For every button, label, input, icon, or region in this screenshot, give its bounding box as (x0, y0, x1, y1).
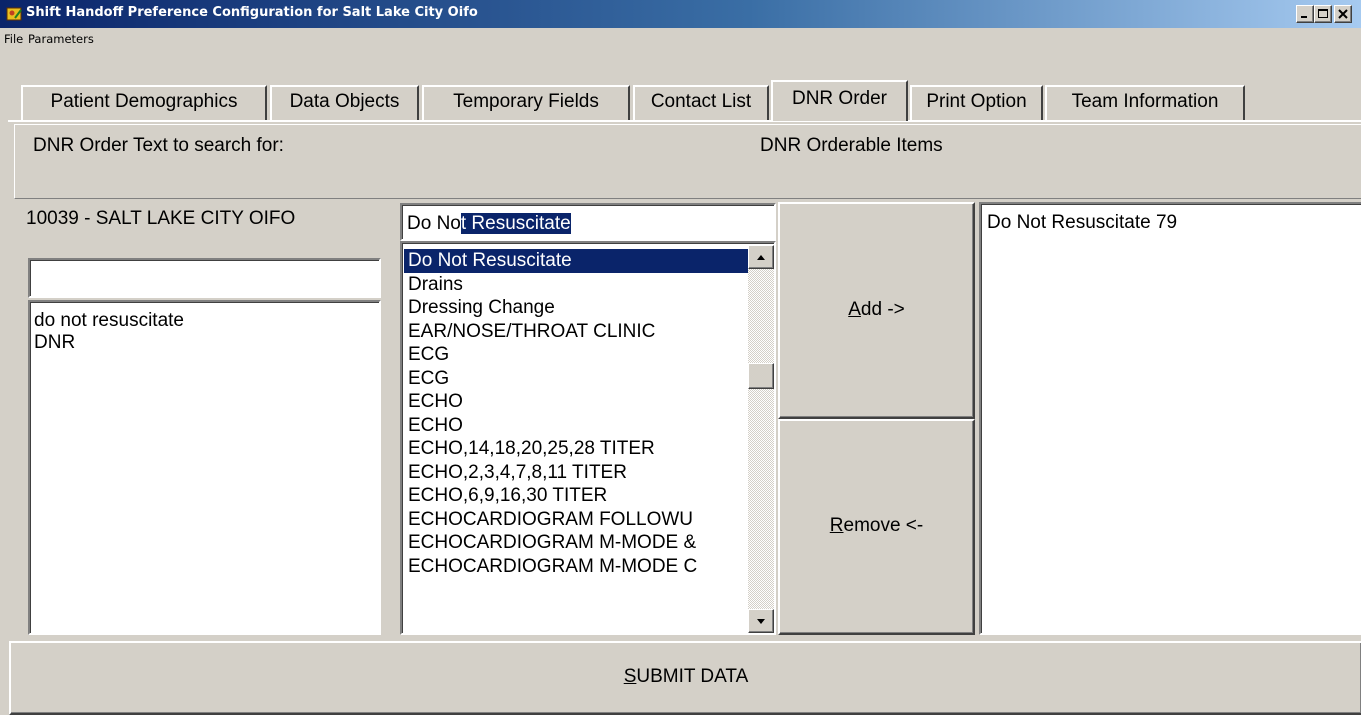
remove-button[interactable]: Remove <- (778, 419, 975, 635)
list-item[interactable]: ECHOCARDIOGRAM FOLLOWU (404, 508, 748, 532)
list-item-selected[interactable]: Do Not Resuscitate (404, 249, 748, 273)
tab-panel-edge (8, 120, 1361, 122)
menu-bar: File Parameters (0, 28, 1361, 50)
tab-team-information[interactable]: Team Information (1045, 85, 1245, 120)
list-item[interactable]: ECHO,2,3,4,7,8,11 TITER (404, 461, 748, 485)
list-item[interactable]: ECG (404, 343, 748, 367)
arrow-down-icon (757, 619, 765, 624)
list-item[interactable]: EAR/NOSE/THROAT CLINIC (404, 320, 748, 344)
window-title: Shift Handoff Preference Configuration f… (26, 5, 478, 20)
maximize-icon (1318, 9, 1328, 18)
minimize-button[interactable] (1296, 5, 1314, 23)
orderable-items-list[interactable]: Do Not Resuscitate Drains Dressing Chang… (400, 241, 776, 635)
list-item[interactable]: ECHO (404, 390, 748, 414)
scroll-down-button[interactable] (748, 609, 774, 633)
search-terms-list[interactable]: do not resuscitate DNR (28, 300, 381, 635)
typed-text: Do No (407, 213, 461, 234)
arrow-up-icon (757, 255, 765, 260)
app-icon (6, 7, 22, 21)
search-term-input[interactable] (28, 258, 381, 298)
selected-items-list[interactable]: Do Not Resuscitate 79 (979, 202, 1361, 635)
tab-patient-demographics[interactable]: Patient Demographics (21, 85, 267, 120)
close-icon (1338, 9, 1348, 19)
orderable-search-input[interactable]: Do Not Resuscitate (400, 203, 776, 241)
station-label: 10039 - SALT LAKE CITY OIFO (26, 208, 296, 229)
menu-parameters[interactable]: Parameters (28, 32, 94, 46)
scroll-up-button[interactable] (748, 245, 774, 269)
add-label: dd -> (860, 299, 905, 320)
list-item[interactable]: ECHOCARDIOGRAM M-MODE C (404, 555, 748, 579)
list-item[interactable]: Dressing Change (404, 296, 748, 320)
remove-accelerator: R (829, 515, 844, 536)
tab-print-option[interactable]: Print Option (910, 85, 1043, 120)
menu-file[interactable]: File (4, 32, 23, 46)
list-item[interactable]: DNR (34, 332, 375, 354)
add-button[interactable]: Add -> (778, 202, 975, 419)
minimize-icon (1301, 16, 1307, 18)
list-item[interactable]: Do Not Resuscitate 79 (987, 212, 1355, 234)
list-item[interactable]: ECHO,14,18,20,25,28 TITER (404, 437, 748, 461)
tab-dnr-order[interactable]: DNR Order (771, 80, 908, 121)
submit-data-button[interactable]: SUBMIT DATA (9, 641, 1361, 715)
submit-label: UBMIT DATA (636, 666, 749, 687)
maximize-button[interactable] (1314, 5, 1332, 23)
scroll-thumb[interactable] (748, 363, 774, 389)
list-item[interactable]: do not resuscitate (34, 310, 375, 332)
submit-accelerator: S (623, 666, 637, 687)
list-item[interactable]: ECG (404, 367, 748, 391)
add-accelerator: A (848, 299, 861, 320)
list-item[interactable]: ECHOCARDIOGRAM M-MODE & (404, 531, 748, 555)
search-text-label: DNR Order Text to search for: (33, 135, 284, 156)
tab-contact-list[interactable]: Contact List (633, 85, 769, 120)
vertical-scrollbar[interactable] (748, 245, 774, 633)
orderable-items-label: DNR Orderable Items (760, 135, 943, 156)
autocomplete-selection: t Resuscitate (460, 213, 571, 234)
close-button[interactable] (1334, 5, 1352, 23)
remove-label: emove <- (843, 515, 924, 536)
list-item[interactable]: ECHO (404, 414, 748, 438)
tab-temporary-fields[interactable]: Temporary Fields (422, 85, 630, 120)
list-item[interactable]: ECHO,6,9,16,30 TITER (404, 484, 748, 508)
list-item[interactable]: Drains (404, 273, 748, 297)
tab-data-objects[interactable]: Data Objects (270, 85, 419, 120)
